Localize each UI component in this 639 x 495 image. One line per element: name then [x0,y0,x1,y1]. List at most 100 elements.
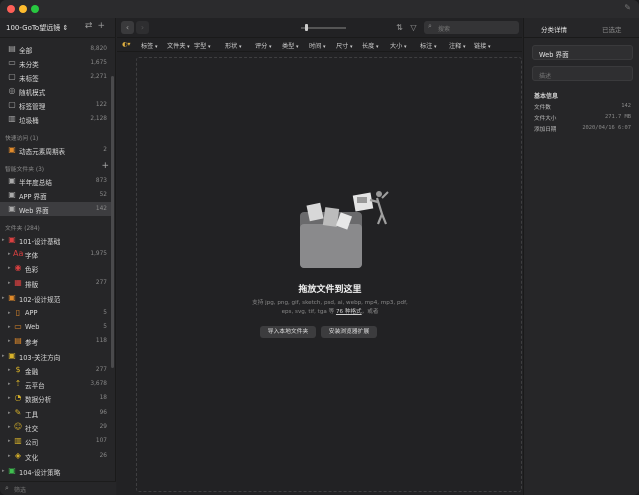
web-icon: ▭ [14,322,22,331]
disclosure-arrow-icon[interactable]: ▸ [2,353,5,359]
back-button[interactable]: ‹ [121,21,134,34]
filter-1[interactable]: 文件夹 ▾ [167,41,190,50]
folder-item[interactable]: ▸ ▭ Web 5 [0,320,111,334]
sidebar-item[interactable]: ◎ 随机模式 [0,84,111,98]
add-icon[interactable]: + [97,21,110,31]
description-field[interactable]: 描述 [532,66,633,81]
disclosure-arrow-icon[interactable]: ▸ [2,295,5,301]
tab-details[interactable]: 分类详情 [541,24,567,34]
search-input[interactable]: 搜索 [438,24,450,33]
filter-0[interactable]: 标签 ▾ [141,41,157,50]
folder-item[interactable]: ▸ ⇡ 云平台 3,678 [0,377,111,391]
filter-4[interactable]: 评分 ▾ [255,41,271,50]
disclosure-arrow-icon[interactable]: ▸ [8,410,11,416]
install-extension-button[interactable]: 安装浏览器扩展 [321,326,377,338]
folder-item[interactable]: ▸ ▦ 排版 277 [0,276,111,290]
filter-5[interactable]: 类型 ▾ [282,41,298,50]
disclosure-arrow-icon[interactable]: ▸ [2,468,5,474]
sidebar-item[interactable]: ▤ 全部 8,820 [0,42,111,56]
color-filter-icon[interactable]: ◐▾ [122,41,131,48]
disclosure-arrow-icon[interactable]: ▸ [8,367,11,373]
sidebar-filter[interactable]: ⌕ 筛选 [0,481,116,495]
folder-item[interactable]: ▸ ◈ 文化 26 [0,449,111,463]
disclosure-arrow-icon[interactable]: ▸ [8,424,11,430]
filter-12[interactable]: 链接 ▾ [474,41,490,50]
folder-item[interactable]: ▸ $ 金融 277 [0,363,111,377]
folder-item[interactable]: ▸ ☺ 社交 29 [0,420,111,434]
zoom-window-button[interactable] [31,5,39,13]
forward-button[interactable]: › [136,21,149,34]
swap-icon[interactable]: ⇄ [85,21,98,31]
sort-icon[interactable]: ⇅ [393,21,406,34]
disclosure-arrow-icon[interactable]: ▸ [8,438,11,444]
folder-item[interactable]: ▸ Aa 字体 1,975 [0,247,111,261]
folder-item[interactable]: ▸ ◔ 数据分析 18 [0,391,111,405]
folder-icon: ▣ [8,176,16,185]
filter-6[interactable]: 时间 ▾ [309,41,325,50]
filter-2[interactable]: 字型 ▾ [194,41,210,50]
sidebar-item-label: 标签管理 [19,103,46,111]
disclosure-arrow-icon[interactable]: ▸ [8,310,11,316]
add-smart-folder-icon[interactable]: + [101,161,109,171]
sidebar-scrollbar[interactable] [111,76,114,368]
sidebar-item-label: 排版 [25,281,39,289]
sidebar-item[interactable]: ▢ 未标签 2,271 [0,70,111,84]
folder-group[interactable]: ▸ ▣ 102-设计规范 [0,291,111,305]
search-box[interactable]: ⌕ 搜索 [424,21,519,34]
sidebar-item-label: 动态元素周期表 [19,148,66,156]
quick-access-heading[interactable]: 快速访问 (1) [5,133,38,142]
sidebar-item[interactable]: ▭ 未分类 1,675 [0,56,111,70]
slider-knob[interactable] [305,24,308,31]
disclosure-arrow-icon[interactable]: ▸ [8,265,11,271]
disclosure-arrow-icon[interactable]: ▸ [8,324,11,330]
sidebar-item[interactable]: ▥ 垃圾桶 2,128 [0,112,111,126]
info-value: 2020/04/16 6:07 [582,125,631,131]
import-folder-button[interactable]: 导入本地文件夹 [260,326,316,338]
sidebar-item[interactable]: ▢ 标签管理 122 [0,98,111,112]
filter-9[interactable]: 大小 ▾ [390,41,406,50]
folder-item[interactable]: ▸ ◉ 色彩 [0,261,111,275]
disclosure-arrow-icon[interactable]: ▸ [2,237,5,243]
folder-item[interactable]: ▸ ▤ 参考 118 [0,334,111,348]
smart-folders-heading[interactable]: 智能文件夹 (3) [5,164,44,173]
folder-name-field[interactable]: Web 界面 [532,45,633,60]
disclosure-arrow-icon[interactable]: ▸ [8,395,11,401]
filter-8[interactable]: 长度 ▾ [362,41,378,50]
library-name[interactable]: 100-GoTo望远镜 ⇕ [6,23,68,33]
filter-10[interactable]: 标注 ▾ [420,41,436,50]
pin-icon[interactable]: ✎ [624,3,631,12]
folder-item[interactable]: ▸ ✎ 工具 96 [0,406,111,420]
minimize-window-button[interactable] [19,5,27,13]
folders-heading[interactable]: 文件夹 (284) [5,223,40,232]
filter-3[interactable]: 形状 ▾ [225,41,241,50]
disclosure-arrow-icon[interactable]: ▸ [8,280,11,286]
library-header[interactable]: 100-GoTo望远镜 ⇕ ⇄+ [0,18,116,38]
search-icon: ⌕ [428,22,432,30]
folder-item[interactable]: ▸ ▯ APP 5 [0,306,111,320]
disclosure-arrow-icon[interactable]: ▸ [8,381,11,387]
folder-icon: ▣ [8,204,16,213]
filter-label: 标签 [141,43,154,50]
folder-group[interactable]: ▸ ▣ 101-设计基础 [0,233,111,247]
formats-link[interactable]: 76 种格式 [336,309,362,315]
close-window-button[interactable] [7,5,15,13]
filter-input[interactable]: 筛选 [14,485,26,494]
filter-icon[interactable]: ▽ [407,21,420,34]
tag-icon: ▢ [8,100,16,109]
quick-access-item[interactable]: ▣ 动态元素周期表 2 [0,143,111,157]
folder-group[interactable]: ▸ ▣ 104-设计策略 [0,464,111,478]
smart-folder-item[interactable]: ▣ 半年度总结 873 [0,174,111,188]
filter-11[interactable]: 注释 ▾ [449,41,465,50]
smart-folder-item[interactable]: ▣ Web 界面 142 [0,202,111,216]
tab-selected[interactable]: 已选定 [602,24,622,34]
smart-folder-item[interactable]: ▣ APP 界面 52 [0,188,111,202]
folder-group[interactable]: ▸ ▣ 103-关注方向 [0,349,111,363]
disclosure-arrow-icon[interactable]: ▸ [8,453,11,459]
filter-7[interactable]: 尺寸 ▾ [336,41,352,50]
disclosure-arrow-icon[interactable]: ▸ [8,251,11,257]
folder-item[interactable]: ▸ ▥ 公司 107 [0,434,111,448]
disclosure-arrow-icon[interactable]: ▸ [8,338,11,344]
sidebar-item-count: 277 [95,366,107,373]
drop-zone[interactable]: 拖放文件到这里 支持 jpg, png, gif, sketch, psd, a… [136,57,522,492]
info-row-file-count: 文件数 142 [534,103,631,113]
